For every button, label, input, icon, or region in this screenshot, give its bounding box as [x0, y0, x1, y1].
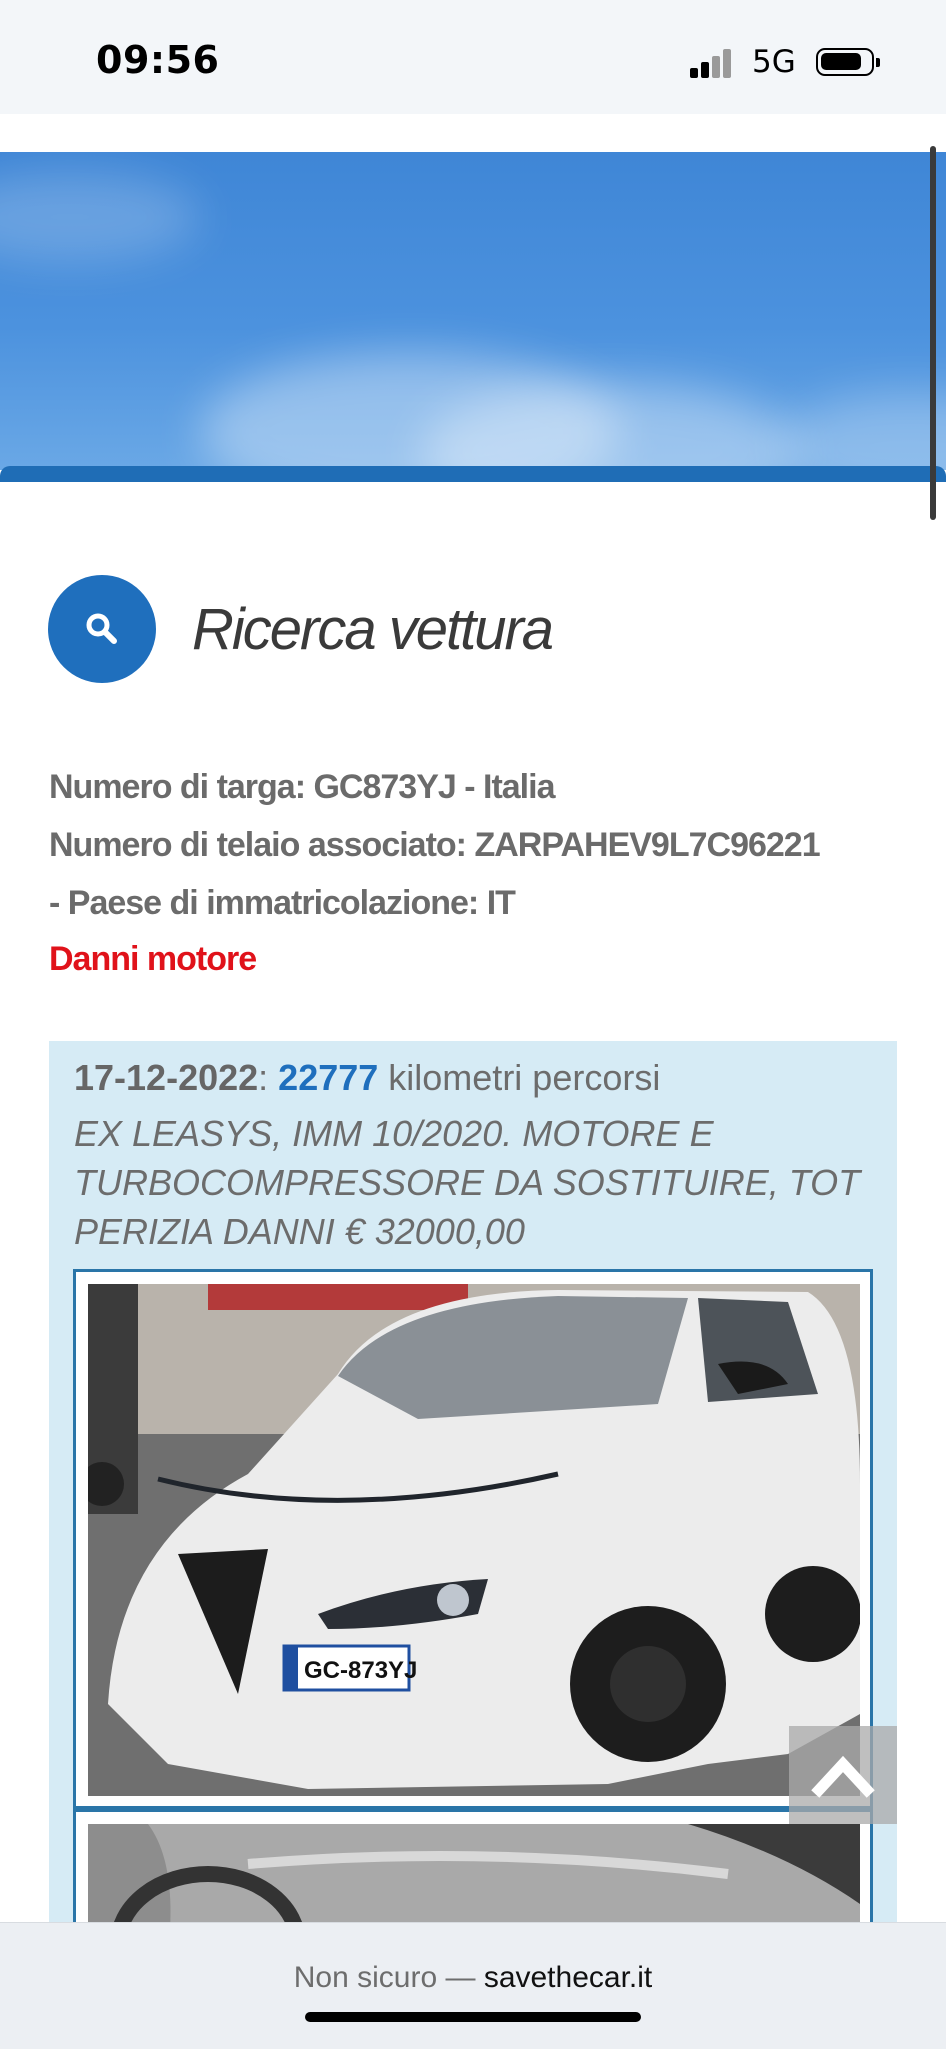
security-label: Non sicuro —: [293, 1961, 484, 1994]
entry-separator: :: [258, 1057, 279, 1098]
entry-km-suffix: kilometri percorsi: [378, 1057, 661, 1098]
hero-banner: [0, 152, 946, 470]
url-text[interactable]: Non sicuro — savethecar.it: [0, 1961, 946, 1995]
entry-km: 22777: [278, 1057, 379, 1098]
back-to-top-button[interactable]: [789, 1726, 897, 1824]
plate-info: Numero di targa: GC873YJ - Italia: [49, 768, 555, 806]
status-time: 09:56: [96, 38, 220, 82]
search-icon[interactable]: [48, 575, 156, 683]
network-label: 5G: [752, 44, 796, 80]
country-info: - Paese di immatricolazione: IT: [49, 884, 516, 922]
vin-info: Numero di telaio associato: ZARPAHEV9L7C…: [49, 826, 821, 864]
entry-description: EX LEASYS, IMM 10/2020. MOTORE E TURBOCO…: [74, 1113, 861, 1252]
car-photo[interactable]: GC-873YJ: [88, 1284, 860, 1796]
license-plate-text: GC-873YJ: [304, 1657, 417, 1684]
damage-label: Danni motore: [49, 940, 257, 978]
history-entry: 17-12-2022: 22777 kilometri percorsi EX …: [49, 1041, 897, 1954]
home-indicator[interactable]: [305, 2012, 641, 2022]
signal-icon: [690, 48, 740, 78]
browser-url-bar[interactable]: Non sicuro — savethecar.it: [0, 1922, 946, 2049]
chevron-up-icon: [811, 1755, 875, 1798]
scrollbar[interactable]: [930, 146, 936, 520]
url-host: savethecar.it: [483, 1961, 653, 1994]
entry-date: 17-12-2022: [74, 1057, 259, 1098]
entry-header: 17-12-2022: 22777 kilometri percorsi: [74, 1057, 660, 1099]
battery-icon: [816, 48, 880, 76]
status-bar: 09:56 5G: [0, 0, 946, 114]
car-photo-frame[interactable]: GC-873YJ: [73, 1269, 873, 1809]
page-title: Ricerca vettura: [192, 597, 554, 662]
